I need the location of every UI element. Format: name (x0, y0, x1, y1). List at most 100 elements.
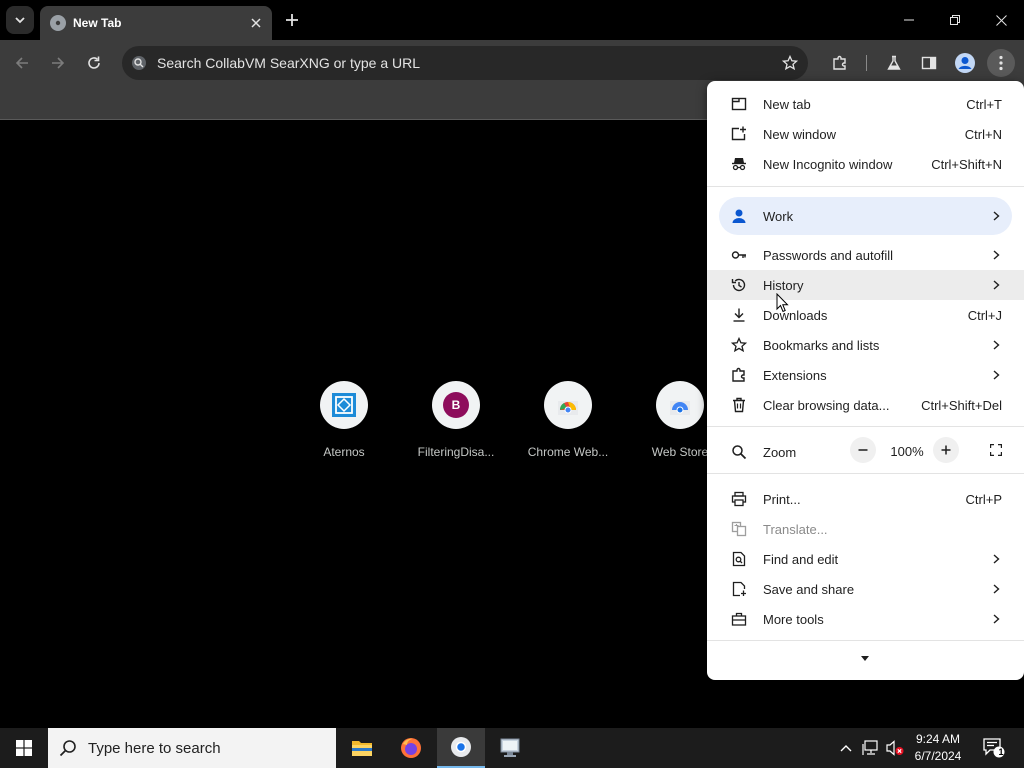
start-button[interactable] (0, 728, 48, 768)
tab-search-button[interactable] (6, 6, 34, 34)
chevron-right-icon (990, 249, 1002, 261)
toolbox-icon (729, 609, 749, 629)
tab-close-button[interactable] (246, 13, 266, 33)
shortcut-tile[interactable]: Chrome Web... (512, 381, 624, 459)
tray-network-button[interactable] (860, 728, 882, 768)
menu-item-label: Work (763, 208, 794, 224)
profile-button[interactable] (951, 49, 979, 77)
menu-item-label: New tab (763, 96, 811, 112)
taskbar-search-input[interactable] (88, 739, 318, 757)
menu-item-passwords[interactable]: Passwords and autofill (707, 240, 1024, 270)
toolbar-divider (866, 55, 867, 71)
notification-center-button[interactable]: 1 (978, 728, 1010, 768)
menu-item-label: Zoom (763, 444, 797, 460)
kebab-menu-icon (999, 55, 1003, 71)
chrome-web-store-icon (558, 401, 578, 415)
zoom-level: 100% (890, 444, 924, 459)
tray-overflow-button[interactable] (836, 728, 856, 768)
menu-item-label: More tools (763, 611, 824, 627)
menu-item-shortcut: Ctrl+N (964, 126, 1002, 142)
menu-item-shortcut: Ctrl+Shift+Del (921, 397, 1002, 413)
tab-title: New Tab (73, 16, 122, 30)
menu-item-save-and-share[interactable]: Save and share (707, 574, 1024, 604)
menu-item-history[interactable]: History (707, 270, 1024, 300)
taskbar-chrome[interactable] (437, 728, 485, 768)
shortcut-label: FilteringDisa... (417, 445, 495, 459)
menu-scroll-down-button[interactable] (859, 653, 871, 663)
bookmark-star-button[interactable] (776, 49, 804, 77)
fullscreen-icon (990, 444, 1002, 456)
new-tab-button[interactable] (280, 8, 304, 32)
new-window-icon (729, 124, 749, 144)
menu-separator (707, 640, 1024, 641)
web-store-icon (670, 401, 690, 415)
clock-time: 9:24 AM (915, 732, 961, 746)
letter-avatar: B (443, 392, 469, 418)
chevron-right-icon (990, 369, 1002, 381)
shortcut-tile[interactable]: Aternos (288, 381, 400, 459)
arrow-right-icon (52, 57, 65, 69)
clock-date: 6/7/2024 (914, 749, 962, 763)
minimize-button[interactable] (896, 8, 922, 32)
chevron-right-icon (990, 553, 1002, 565)
chrome-icon (451, 737, 471, 757)
menu-item-label: Downloads (763, 307, 828, 323)
shortcut-tile[interactable]: B FilteringDisa... (400, 381, 512, 459)
close-window-button[interactable] (988, 8, 1014, 32)
shortcut-icon (320, 381, 368, 429)
chevron-up-icon (840, 745, 852, 752)
arrow-left-icon (15, 57, 28, 69)
zoom-out-button[interactable] (850, 437, 876, 463)
menu-item-downloads[interactable]: Downloads Ctrl+J (707, 300, 1024, 330)
extensions-button[interactable] (826, 49, 854, 77)
menu-item-print[interactable]: Print... Ctrl+P (707, 484, 1024, 514)
minus-icon (858, 449, 868, 451)
menu-item-profile-work[interactable]: Work (719, 197, 1012, 235)
taskbar-remote-desktop[interactable] (486, 728, 534, 768)
forward-button[interactable] (44, 49, 72, 77)
chrome-menu-button[interactable] (987, 49, 1015, 77)
labs-button[interactable] (880, 49, 908, 77)
menu-item-clear-browsing-data[interactable]: Clear browsing data... Ctrl+Shift+Del (707, 390, 1024, 420)
zoom-in-button[interactable] (933, 437, 959, 463)
menu-item-more-tools[interactable]: More tools (707, 604, 1024, 634)
trash-icon (729, 395, 749, 415)
key-icon (729, 245, 749, 265)
chevron-right-icon (990, 583, 1002, 595)
flask-icon (887, 55, 901, 70)
history-icon (729, 275, 749, 295)
taskbar-file-explorer[interactable] (338, 728, 386, 768)
taskbar-firefox[interactable] (387, 728, 435, 768)
minimize-icon (904, 19, 914, 21)
omnibox[interactable] (122, 46, 808, 80)
menu-item-bookmarks[interactable]: Bookmarks and lists (707, 330, 1024, 360)
menu-item-label: New Incognito window (763, 156, 893, 172)
tab-new-tab[interactable]: New Tab (40, 6, 272, 40)
menu-item-find-and-edit[interactable]: Find and edit (707, 544, 1024, 574)
back-button[interactable] (8, 49, 36, 77)
menu-item-label: Translate... (763, 521, 828, 537)
chevron-down-icon (15, 17, 25, 24)
menu-item-new-incognito[interactable]: New Incognito window Ctrl+Shift+N (707, 149, 1024, 179)
menu-item-translate[interactable]: Translate... (707, 514, 1024, 544)
side-panel-button[interactable] (915, 49, 943, 77)
fullscreen-button[interactable] (983, 437, 1009, 463)
taskbar-search-box[interactable] (48, 728, 336, 768)
download-icon (729, 305, 749, 325)
taskbar-clock[interactable]: 9:24 AM 6/7/2024 (904, 731, 972, 765)
search-icon (48, 728, 88, 768)
chevron-right-icon (990, 279, 1002, 291)
save-share-icon (729, 579, 749, 599)
tray-volume-button[interactable] (884, 728, 906, 768)
shortcut-label: Aternos (323, 445, 365, 459)
menu-item-new-window[interactable]: New window Ctrl+N (707, 119, 1024, 149)
restore-icon (950, 15, 960, 25)
chrome-menu: New tab Ctrl+T New window Ctrl+N New Inc… (707, 81, 1024, 680)
volume-muted-icon (886, 740, 904, 756)
restore-button[interactable] (942, 8, 968, 32)
shortcut-icon (544, 381, 592, 429)
omnibox-input[interactable] (157, 55, 776, 71)
menu-item-new-tab[interactable]: New tab Ctrl+T (707, 89, 1024, 119)
reload-button[interactable] (80, 49, 108, 77)
menu-item-extensions[interactable]: Extensions (707, 360, 1024, 390)
